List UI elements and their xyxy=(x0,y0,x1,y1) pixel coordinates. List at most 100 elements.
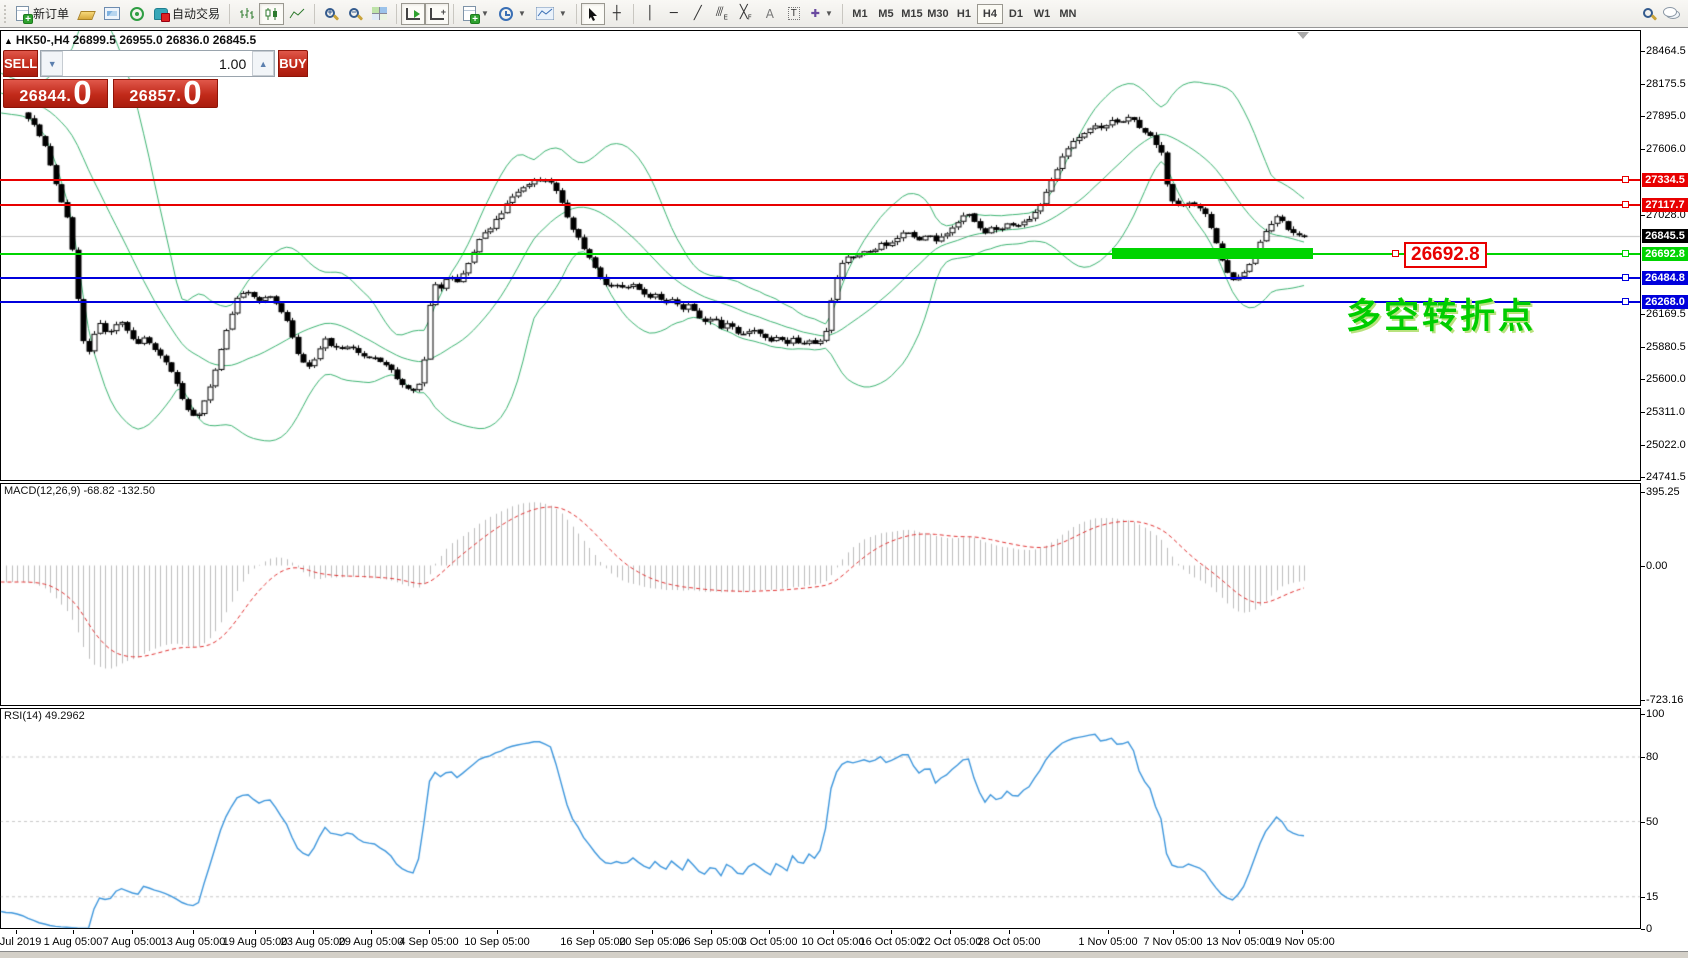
timeframe-w1[interactable]: W1 xyxy=(1029,4,1055,24)
time-tick-mark xyxy=(711,930,712,934)
candlestick-chart-button[interactable] xyxy=(259,2,285,25)
time-tick-label[interactable]: 28 Oct 05:00 xyxy=(978,936,1041,948)
new-order-button[interactable]: + 新订单 xyxy=(11,3,74,25)
sell-button[interactable]: SELL xyxy=(3,50,39,77)
trend-line-button[interactable]: ╱ xyxy=(686,3,710,25)
time-tick-label[interactable]: 7 Nov 05:00 xyxy=(1143,936,1202,948)
volume-increase-button[interactable]: ▲ xyxy=(252,51,275,76)
timeframe-m30[interactable]: M30 xyxy=(925,4,951,24)
sell-price[interactable]: 26844. 0 xyxy=(3,76,108,109)
periods-button[interactable]: ▼ xyxy=(494,3,531,25)
search-icon xyxy=(1643,7,1653,18)
chart-shift-button[interactable]: + xyxy=(425,2,450,25)
search-button[interactable] xyxy=(1637,3,1661,25)
chat-button[interactable] xyxy=(1661,3,1685,25)
chart-annotation-text[interactable]: 多空转折点 xyxy=(1346,288,1536,339)
macd-tick-label: -723.16 xyxy=(1646,693,1684,706)
crosshair-button[interactable]: ┼ xyxy=(605,3,629,25)
time-tick-label[interactable]: 4 Sep 05:00 xyxy=(399,936,458,948)
auto-trading-button[interactable]: 自动交易 xyxy=(149,3,225,25)
line-chart-button[interactable] xyxy=(284,3,310,25)
timeframe-d1[interactable]: D1 xyxy=(1003,4,1029,24)
vertical-line-button[interactable]: │ xyxy=(638,3,662,25)
broadcast-icon xyxy=(130,6,145,21)
price-tick-mark xyxy=(1641,149,1645,151)
fibonacci-button[interactable]: ╳F xyxy=(734,3,758,25)
zoom-out-button[interactable]: − xyxy=(343,3,367,25)
line-handle[interactable] xyxy=(1622,201,1629,209)
time-tick-label[interactable]: 16 Oct 05:00 xyxy=(860,936,923,948)
zoom-in-button[interactable]: + xyxy=(319,3,343,25)
timeframe-h1[interactable]: H1 xyxy=(951,4,977,24)
time-tick-label[interactable]: 23 Aug 05:00 xyxy=(281,936,346,948)
chart-shift-marker-icon[interactable] xyxy=(1297,32,1309,39)
chart-profile-button[interactable] xyxy=(99,3,125,25)
time-tick-label[interactable]: 16 Sep 05:00 xyxy=(560,936,625,948)
rsi-label: RSI(14) 49.2962 xyxy=(4,710,85,722)
timeframe-m1[interactable]: M1 xyxy=(847,4,873,24)
level-price-label: 27117.7 xyxy=(1642,198,1688,213)
templates-button[interactable]: ▼ xyxy=(531,3,572,25)
line-handle[interactable] xyxy=(1622,298,1629,306)
time-tick-label[interactable]: 26 Sep 05:00 xyxy=(678,936,743,948)
eraser-icon xyxy=(77,11,96,20)
equidistant-channel-button[interactable]: ⫻E xyxy=(710,3,734,25)
buy-button[interactable]: BUY xyxy=(278,50,308,77)
toolbar: + 新订单 自动交易 + − + + ▼ ▼ ▼ ┼ │ ─ ╱ ⫻E ╳F A … xyxy=(0,0,1688,28)
broadcast-button[interactable] xyxy=(125,3,149,25)
time-tick-label[interactable]: 7 Aug 05:00 xyxy=(103,936,162,948)
resistance-line[interactable] xyxy=(0,179,1640,182)
toolbar-separator xyxy=(632,3,634,24)
bar-chart-button[interactable] xyxy=(234,3,259,25)
timeframe-m5[interactable]: M5 xyxy=(873,4,899,24)
macd-tick-label: 0.00 xyxy=(1646,559,1668,572)
time-tick-label[interactable]: 1 Nov 05:00 xyxy=(1078,936,1137,948)
time-tick-label[interactable]: 13 Nov 05:00 xyxy=(1206,936,1271,948)
time-tick-label[interactable]: 10 Oct 05:00 xyxy=(802,936,865,948)
time-tick-label[interactable]: 22 Oct 05:00 xyxy=(919,936,982,948)
eraser-button[interactable] xyxy=(74,3,99,25)
line-handle[interactable] xyxy=(1622,249,1629,257)
chart-canvas[interactable] xyxy=(0,0,1688,958)
templates-icon xyxy=(535,7,554,20)
time-tick-label[interactable]: 19 Nov 05:00 xyxy=(1269,936,1334,948)
horizontal-line-button[interactable]: ─ xyxy=(662,3,686,25)
resistance-line[interactable] xyxy=(0,204,1640,207)
time-tick-label[interactable]: 3 Oct 05:00 xyxy=(741,936,798,948)
pivot-price-label[interactable]: 26692.8 xyxy=(1404,241,1487,268)
volume-input[interactable] xyxy=(63,51,253,76)
timeframe-m15[interactable]: M15 xyxy=(899,4,925,24)
rsi-tick-label: 0 xyxy=(1646,923,1653,935)
text-label-button[interactable]: T xyxy=(782,3,806,25)
timeframe-h4[interactable]: H4 xyxy=(976,3,1003,24)
fibonacci-icon: ╳F xyxy=(739,5,752,22)
time-tick-label[interactable]: 1 Aug 05:00 xyxy=(44,936,103,948)
time-tick-label[interactable]: 19 Aug 05:00 xyxy=(223,936,288,948)
price-label-handle[interactable] xyxy=(1392,249,1399,257)
tile-windows-button[interactable] xyxy=(367,3,392,25)
time-tick-label[interactable]: 20 Sep 05:00 xyxy=(619,936,684,948)
support-line[interactable] xyxy=(0,276,1640,279)
time-tick-label[interactable]: 29 Aug 05:00 xyxy=(339,936,404,948)
cursor-button[interactable] xyxy=(580,2,605,25)
line-handle[interactable] xyxy=(1622,273,1629,281)
volume-decrease-button[interactable]: ▼ xyxy=(41,51,64,76)
rsi-tick-label: 80 xyxy=(1646,751,1659,763)
text-button[interactable]: A xyxy=(758,3,782,25)
auto-scroll-button[interactable] xyxy=(401,2,426,25)
macd-tick-mark xyxy=(1641,492,1645,493)
indicators-button[interactable]: + ▼ xyxy=(458,3,494,25)
line-handle[interactable] xyxy=(1622,176,1629,184)
timeframe-mn[interactable]: MN xyxy=(1055,4,1081,24)
toolbar-drag-handle[interactable] xyxy=(4,4,8,23)
rsi-tick-mark xyxy=(1641,821,1645,823)
arrows-button[interactable]: ✚ ▼ xyxy=(806,3,838,25)
price-tick-label: 26169.5 xyxy=(1646,307,1686,320)
time-tick-label[interactable]: 10 Sep 05:00 xyxy=(464,936,529,948)
buy-price[interactable]: 26857. 0 xyxy=(113,76,218,109)
time-tick-label[interactable]: 13 Aug 05:00 xyxy=(161,936,226,948)
time-tick-mark xyxy=(313,930,314,934)
time-tick-label[interactable]: 6 Jul 2019 xyxy=(0,936,41,948)
auto-trading-label: 自动交易 xyxy=(172,7,221,21)
pivot-zone-highlight[interactable] xyxy=(1112,247,1313,259)
